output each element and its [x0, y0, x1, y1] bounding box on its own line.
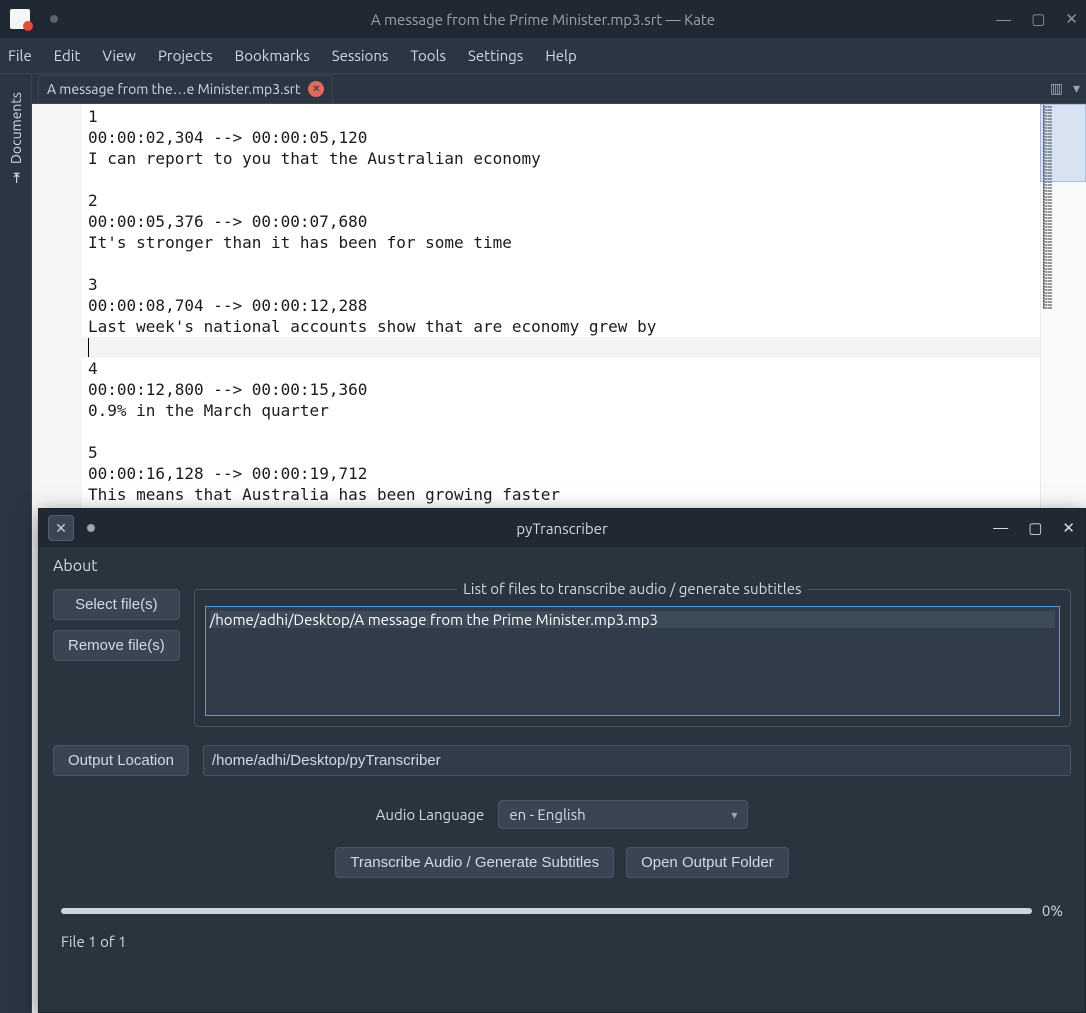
file-group-title: List of files to transcribe audio / gene…: [457, 580, 807, 597]
status-text: File 1 of 1: [53, 933, 1071, 950]
kate-titlebar: A message from the Prime Minister.mp3.sr…: [0, 0, 1086, 38]
progress-bar: [61, 908, 1032, 914]
split-horizontal-icon[interactable]: ▥: [1050, 80, 1063, 97]
tabbar-tools: ▥ ▾: [1050, 80, 1080, 97]
pt-row-actions: Transcribe Audio / Generate Subtitles Op…: [53, 847, 1071, 878]
pt-file-buttons: Select file(s) Remove file(s): [53, 589, 180, 727]
pt-close-button[interactable]: ✕: [49, 516, 73, 540]
menu-sessions[interactable]: Sessions: [332, 47, 389, 64]
kate-app-icon: [10, 9, 30, 29]
menu-projects[interactable]: Projects: [158, 47, 213, 64]
sidebar-upload-icon[interactable]: ⇥: [8, 172, 24, 184]
audio-language-label: Audio Language: [376, 806, 485, 823]
progress-percent: 0%: [1042, 902, 1063, 919]
pt-minimize-button[interactable]: —: [993, 519, 1008, 537]
menu-edit[interactable]: Edit: [54, 47, 81, 64]
audio-language-value: en - English: [509, 806, 585, 823]
window-title: A message from the Prime Minister.mp3.sr…: [371, 11, 715, 28]
pt-row-language: Audio Language en - English ▾: [53, 800, 1071, 829]
menu-help[interactable]: Help: [545, 47, 576, 64]
pt-modified-indicator: [87, 524, 95, 532]
close-button[interactable]: ✕: [1065, 10, 1078, 28]
output-location-input[interactable]: [203, 745, 1071, 776]
open-output-folder-button[interactable]: Open Output Folder: [626, 847, 789, 878]
pt-row-output: Output Location: [53, 745, 1071, 776]
audio-language-select[interactable]: en - English ▾: [498, 800, 748, 829]
tab-label: A message from the…e Minister.mp3.srt: [47, 81, 300, 97]
sidebar-documents[interactable]: Documents: [8, 92, 24, 164]
tab-close-icon[interactable]: ✕: [308, 81, 324, 97]
modified-indicator: [50, 15, 58, 23]
transcribe-button[interactable]: Transcribe Audio / Generate Subtitles: [335, 847, 614, 878]
pt-close-button-right[interactable]: ✕: [1062, 519, 1075, 537]
pt-title: pyTranscriber: [516, 520, 607, 537]
pt-progress-row: 0%: [53, 902, 1071, 919]
window-controls: — ▢ ✕: [996, 10, 1078, 28]
minimize-button[interactable]: —: [996, 11, 1011, 28]
sidebar: Documents ⇥: [0, 74, 32, 1013]
select-files-button[interactable]: Select file(s): [53, 589, 180, 620]
tabbar: A message from the…e Minister.mp3.srt ✕ …: [32, 74, 1086, 104]
chevron-down-icon: ▾: [731, 808, 737, 822]
menu-settings[interactable]: Settings: [468, 47, 523, 64]
pt-content: About Select file(s) Remove file(s) List…: [39, 547, 1085, 960]
file-list[interactable]: /home/adhi/Desktop/A message from the Pr…: [205, 606, 1060, 716]
file-group: List of files to transcribe audio / gene…: [194, 589, 1071, 727]
pt-window-controls: — ▢ ✕: [993, 519, 1075, 537]
remove-files-button[interactable]: Remove file(s): [53, 630, 180, 661]
split-menu-icon[interactable]: ▾: [1073, 80, 1080, 97]
menu-tools[interactable]: Tools: [410, 47, 446, 64]
pt-titlebar: ✕ pyTranscriber — ▢ ✕: [39, 509, 1085, 547]
pytranscriber-window: ✕ pyTranscriber — ▢ ✕ About Select file(…: [38, 508, 1086, 1013]
pt-row-files: Select file(s) Remove file(s) List of fi…: [53, 589, 1071, 727]
maximize-button[interactable]: ▢: [1031, 10, 1045, 28]
menu-about[interactable]: About: [53, 557, 1071, 575]
tab-active[interactable]: A message from the…e Minister.mp3.srt ✕: [38, 75, 333, 103]
pt-maximize-button[interactable]: ▢: [1028, 519, 1042, 537]
menu-view[interactable]: View: [102, 47, 136, 64]
file-list-item[interactable]: /home/adhi/Desktop/A message from the Pr…: [210, 611, 1055, 628]
menu-bookmarks[interactable]: Bookmarks: [235, 47, 310, 64]
menubar: File Edit View Projects Bookmarks Sessio…: [0, 38, 1086, 74]
output-location-button[interactable]: Output Location: [53, 745, 189, 776]
menu-file[interactable]: File: [8, 47, 32, 64]
